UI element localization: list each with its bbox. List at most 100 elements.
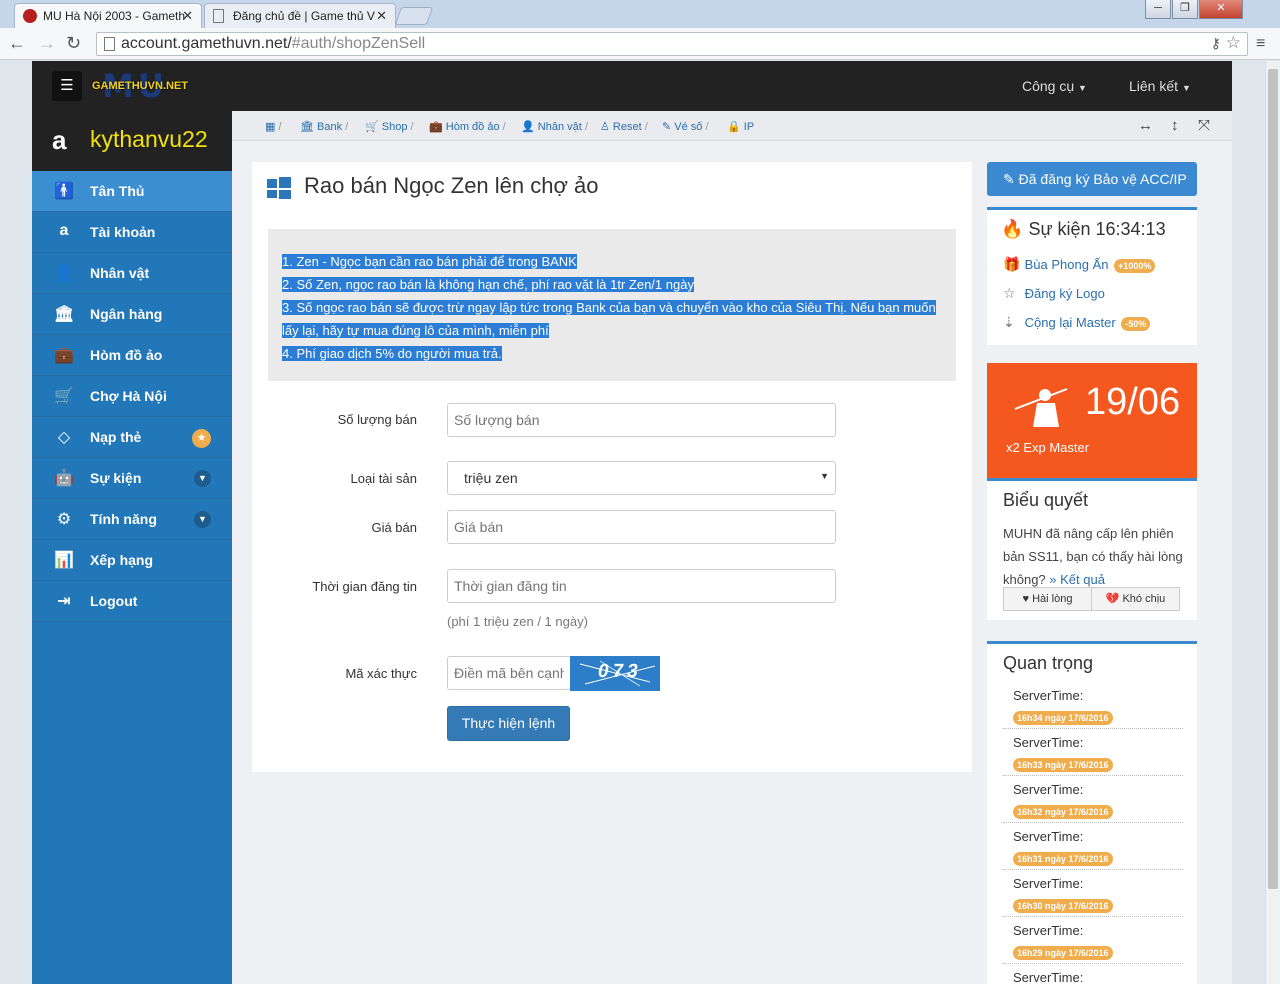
amazon-icon: a: [52, 125, 67, 155]
asset-type-select[interactable]: triệu zen ▼: [447, 461, 836, 495]
sidebar-item-label: Tính năng: [90, 511, 157, 527]
amazon-icon: a: [59, 222, 69, 239]
briefcase-icon: 💼: [54, 347, 74, 364]
register-protection-button[interactable]: ✎ Đã đăng ký Bảo vệ ACC/IP: [987, 162, 1197, 196]
fullscreen-icon[interactable]: ⤧: [1198, 117, 1210, 134]
sidebar-item-tai-khoan[interactable]: a Tài khoản: [32, 212, 232, 253]
sidebar-item-xep-hang[interactable]: 📊 Xếp hạng: [32, 540, 232, 581]
sidebar-item-label: Ngân hàng: [90, 306, 163, 322]
minimize-button[interactable]: ─: [1145, 0, 1171, 19]
user-icon: 👤: [54, 265, 74, 282]
breadcrumb-ip[interactable]: 🔒 IP: [727, 120, 754, 133]
post-time-input[interactable]: [447, 569, 836, 603]
sidebar-item-tan-thu[interactable]: 🚹 Tân Thủ: [32, 171, 232, 212]
sidebar-item-cho-ha-noi[interactable]: 🛒 Chợ Hà Nội: [32, 376, 232, 417]
captcha-input[interactable]: [447, 656, 571, 690]
maximize-button[interactable]: ❐: [1172, 0, 1198, 19]
tab-close-icon[interactable]: ✕: [376, 8, 387, 24]
top-navbar: ☰ MU GAMETHUVN.NET Công cụ ▼ Liên kết ▼: [32, 61, 1232, 111]
breadcrumb-shop[interactable]: 🛒 Shop /: [365, 120, 414, 133]
captcha-image[interactable]: 073: [570, 656, 660, 691]
event-badge: -50%: [1121, 317, 1151, 331]
page-icon: [213, 9, 224, 23]
browser-tab-active[interactable]: MU Hà Nội 2003 - Gameth ✕: [14, 3, 202, 28]
sidebar-item-label: Xếp hạng: [90, 552, 154, 568]
bar-chart-icon: 📊: [54, 552, 74, 569]
poll-option-unhappy[interactable]: 💔 Khó chịu: [1091, 587, 1180, 611]
breadcrumb-bank[interactable]: 🏛 Bank /: [300, 120, 348, 133]
sidebar-item-label: Chợ Hà Nội: [90, 388, 167, 404]
divider: [1003, 775, 1183, 776]
menu-tools[interactable]: Công cụ ▼: [1022, 78, 1087, 94]
sidebar-item-tinh-nang[interactable]: ⚙ Tính năng ▼: [32, 499, 232, 540]
page-scrollbar[interactable]: [1265, 61, 1280, 984]
servertime-badge: 16h29 ngày 17/6/2016: [1013, 946, 1113, 960]
qty-input[interactable]: [447, 403, 836, 437]
notice-box: 1. Zen - Ngọc bạn cần rao bán phải để tr…: [268, 229, 956, 381]
breadcrumb-ve-so[interactable]: ✎ Vé số /: [662, 120, 709, 133]
sidebar-item-nap-the[interactable]: ◇ Nạp thẻ ★: [32, 417, 232, 458]
new-tab-button[interactable]: [394, 7, 434, 25]
tab-close-icon[interactable]: ✕: [182, 8, 193, 24]
chevron-down-icon[interactable]: ▼: [194, 511, 211, 528]
poll-panel: Biểu quyết MUHN đã nâng cấp lên phiên bả…: [987, 478, 1197, 620]
breadcrumb-nhan-vat[interactable]: 👤 Nhân vật /: [521, 120, 588, 133]
url-host: account.gamethuvn.net/: [121, 35, 292, 52]
important-title: Quan trọng: [1003, 653, 1094, 673]
forward-icon[interactable]: →: [38, 33, 56, 54]
event-item[interactable]: ☆ Đăng ký Logo: [1003, 285, 1105, 302]
reload-icon[interactable]: ↻: [66, 33, 81, 54]
site-logo[interactable]: MU GAMETHUVN.NET: [92, 67, 212, 105]
sidebar-item-logout[interactable]: ⇥ Logout: [32, 581, 232, 622]
edit-icon: ✎: [1003, 171, 1015, 187]
user-bar: a kythanvu22: [32, 111, 232, 171]
calendar-icon[interactable]: ▦ /: [265, 120, 282, 133]
main-card: Rao bán Ngọc Zen lên chợ ảo 1. Zen - Ngọ…: [252, 162, 972, 772]
servertime-label: ServerTime:: [1013, 923, 1084, 938]
sidebar-item-su-kien[interactable]: 🤖 Sự kiện ▼: [32, 458, 232, 499]
servertime-badge: 16h31 ngày 17/6/2016: [1013, 852, 1113, 866]
divider: [1003, 728, 1183, 729]
servertime-label: ServerTime:: [1013, 735, 1084, 750]
sidebar-item-hom-do-ao[interactable]: 💼 Hòm đồ ảo: [32, 335, 232, 376]
page-icon: [104, 37, 115, 51]
back-icon[interactable]: ←: [8, 33, 26, 54]
poll-result-link[interactable]: » Kết quả: [1049, 572, 1105, 587]
expand-vertical-icon[interactable]: ↕: [1171, 117, 1179, 134]
notice-line: lấy lại, hãy tự mua đúng lô của mình, mi…: [282, 323, 549, 338]
scrollbar-thumb[interactable]: [1268, 69, 1278, 889]
hamburger-menu-icon[interactable]: ☰: [52, 71, 82, 101]
sidebar-item-ngan-hang[interactable]: 🏛 Ngân hàng: [32, 294, 232, 335]
browser-menu-icon[interactable]: ≡: [1256, 35, 1265, 53]
servertime-label: ServerTime:: [1013, 688, 1084, 703]
expand-horizontal-icon[interactable]: ↔: [1138, 117, 1153, 134]
url-field[interactable]: account.gamethuvn.net/#auth/shopZenSell …: [96, 32, 1248, 56]
servertime-label: ServerTime:: [1013, 970, 1084, 984]
sidebar-item-nhan-vat[interactable]: 👤 Nhân vật: [32, 253, 232, 294]
sidebar-item-label: Logout: [90, 593, 138, 609]
event-item[interactable]: 🎁 Bùa Phong Ấn +1000%: [1003, 256, 1156, 273]
sidebar-item-label: Nạp thẻ: [90, 429, 142, 445]
browser-tab[interactable]: Đăng chủ đề | Game thủ V ✕: [204, 3, 396, 28]
logo-site-text: GAMETHUVN.NET: [92, 80, 188, 92]
important-panel: Quan trọng ServerTime: 16h34 ngày 17/6/2…: [987, 641, 1197, 984]
breadcrumb-hom-do-ao[interactable]: 💼 Hòm đồ ảo /: [429, 120, 506, 133]
sort-amount-icon: ⇣: [1003, 314, 1015, 330]
servertime-label: ServerTime:: [1013, 782, 1084, 797]
menu-links[interactable]: Liên kết ▼: [1129, 78, 1191, 94]
divider: [1003, 916, 1183, 917]
bookmark-star-icon[interactable]: ☆: [1226, 33, 1241, 53]
notice-line: 3. Số ngọc rao bán sẽ được trừ ngay lập …: [282, 300, 936, 315]
events-title: 🔥 Sự kiện 16:34:13: [1001, 219, 1166, 239]
submit-button[interactable]: Thực hiện lệnh: [447, 706, 570, 741]
close-window-button[interactable]: ✕: [1199, 0, 1243, 19]
poll-option-satisfied[interactable]: ♥ Hài lòng: [1003, 587, 1092, 611]
url-path: #auth/shopZenSell: [291, 35, 426, 52]
event-item[interactable]: ⇣ Cộng lại Master -50%: [1003, 314, 1151, 331]
price-input[interactable]: [447, 510, 836, 544]
promo-banner[interactable]: 19/06 x2 Exp Master: [987, 363, 1197, 478]
key-icon[interactable]: ⚷: [1211, 35, 1221, 52]
breadcrumb-reset[interactable]: ♙ Reset /: [600, 120, 648, 133]
servertime-badge: 16h33 ngày 17/6/2016: [1013, 758, 1113, 772]
chevron-down-icon[interactable]: ▼: [194, 470, 211, 487]
